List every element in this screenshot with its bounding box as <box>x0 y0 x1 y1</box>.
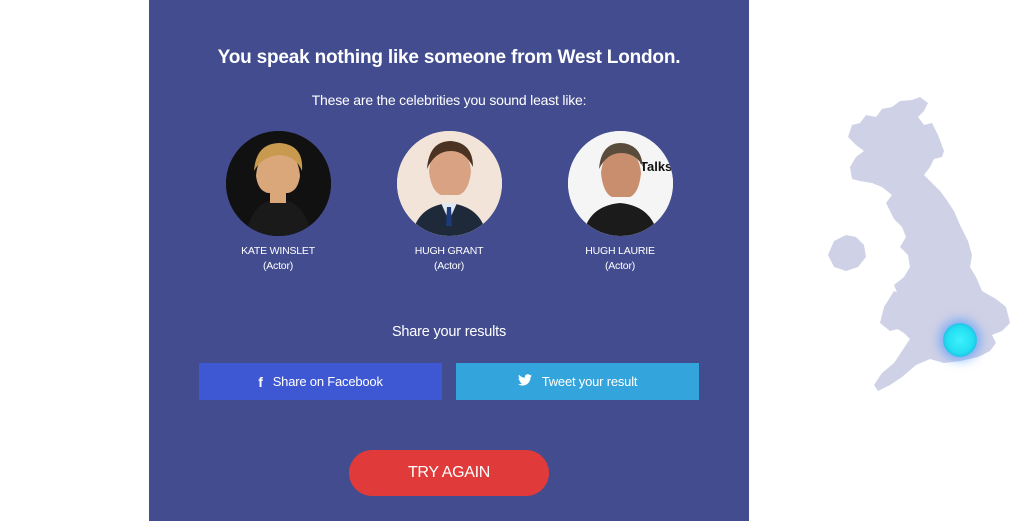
celebrity-photo <box>396 131 502 236</box>
result-subhead: These are the celebrities you sound leas… <box>311 92 587 108</box>
tweet-result-label: Tweet your result <box>541 374 638 389</box>
celebrity-photo <box>225 131 331 236</box>
celebrity-name: KATE WINSLET <box>241 245 315 257</box>
share-title: Share your results <box>391 324 507 340</box>
uk-map-icon <box>820 95 1020 395</box>
location-marker-icon <box>943 323 977 357</box>
tweet-result-button[interactable]: Tweet your result <box>456 363 699 400</box>
try-again-button[interactable]: TRY AGAIN <box>349 450 549 496</box>
celebrity-card-kate-winslet: KATE WINSLET (Actor) <box>203 131 353 273</box>
celebrity-role: (Actor) <box>604 260 636 272</box>
celebrity-role: (Actor) <box>433 260 465 272</box>
celebrity-photo: Talks <box>567 131 673 236</box>
svg-text:Talks: Talks <box>640 159 672 174</box>
celebrity-name: HUGH GRANT <box>414 245 484 257</box>
celebrity-card-hugh-grant: HUGH GRANT (Actor) <box>374 131 524 273</box>
celebrity-card-hugh-laurie: Talks HUGH LAURIE (Actor) <box>545 131 695 273</box>
facebook-icon: f <box>258 373 263 390</box>
result-panel: You speak nothing like someone from West… <box>149 0 749 521</box>
share-facebook-button[interactable]: f Share on Facebook <box>199 363 442 400</box>
twitter-icon <box>517 374 532 389</box>
result-headline: You speak nothing like someone from West… <box>217 47 681 68</box>
share-facebook-label: Share on Facebook <box>272 374 383 389</box>
celebrity-name: HUGH LAURIE <box>585 245 655 257</box>
celebrity-role: (Actor) <box>262 260 294 272</box>
